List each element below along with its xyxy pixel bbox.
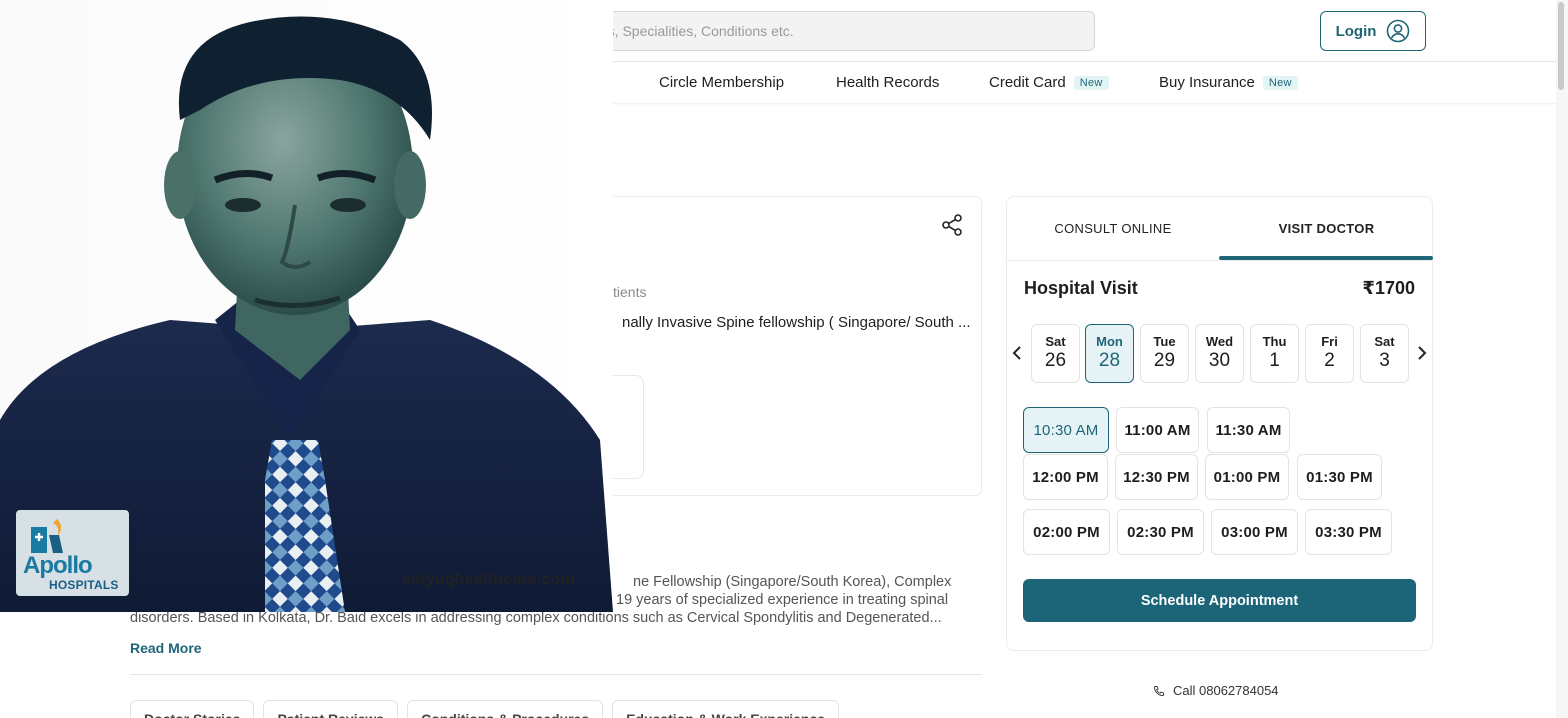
- day-number: 3: [1379, 350, 1390, 371]
- date-option[interactable]: Thu 1: [1250, 324, 1299, 383]
- time-slot[interactable]: 01:00 PM: [1205, 454, 1289, 500]
- nav-item-health-records[interactable]: Health Records: [836, 74, 939, 91]
- logo-subtext: HOSPITALS: [49, 578, 119, 592]
- search-box[interactable]: [560, 11, 1095, 51]
- tab-patient-reviews[interactable]: Patient Reviews: [263, 700, 399, 718]
- time-slot[interactable]: 12:00 PM: [1023, 454, 1108, 500]
- new-badge: New: [1073, 75, 1109, 90]
- share-icon: [942, 214, 962, 236]
- prev-dates-button[interactable]: [1010, 343, 1024, 363]
- nav-label: Circle Membership: [659, 74, 785, 91]
- time-slot-selected[interactable]: 10:30 AM: [1023, 407, 1109, 453]
- day-name: Sat: [1045, 334, 1066, 349]
- new-badge: New: [1262, 75, 1298, 90]
- time-slot[interactable]: 01:30 PM: [1297, 454, 1382, 500]
- tab-education-experience[interactable]: Education & Work Experience: [612, 700, 840, 718]
- time-slot[interactable]: 11:00 AM: [1116, 407, 1199, 453]
- time-slot[interactable]: 03:30 PM: [1305, 509, 1392, 555]
- day-number: 1: [1269, 350, 1280, 371]
- about-text-line: 19 years of specialized experience in tr…: [616, 592, 949, 608]
- booking-panel: CONSULT ONLINE VISIT DOCTOR Hospital Vis…: [1006, 196, 1434, 651]
- day-name: Fri: [1321, 334, 1338, 349]
- read-more-link[interactable]: Read More: [130, 640, 202, 656]
- tab-consult-online[interactable]: CONSULT ONLINE: [1007, 197, 1219, 260]
- user-icon: [1387, 19, 1410, 43]
- day-name: Tue: [1153, 334, 1176, 349]
- next-dates-button[interactable]: [1415, 343, 1429, 363]
- schedule-appointment-button[interactable]: Schedule Appointment: [1023, 579, 1416, 622]
- day-number: 30: [1208, 350, 1231, 371]
- call-label: Call 08062784054: [1173, 683, 1279, 698]
- phone-icon: [1154, 685, 1164, 696]
- page-scrollbar[interactable]: [1556, 0, 1568, 718]
- day-number: 26: [1044, 350, 1067, 371]
- nav-label: Health Records: [836, 74, 940, 91]
- time-slot[interactable]: 02:00 PM: [1023, 509, 1110, 555]
- chevron-left-icon: [1012, 346, 1021, 360]
- doctor-qualification: nally Invasive Spine fellowship ( Singap…: [622, 314, 971, 331]
- nav-item-circle-membership[interactable]: Circle Membership: [659, 74, 784, 91]
- day-name: Thu: [1262, 334, 1287, 349]
- nav-item-buy-insurance[interactable]: Buy Insurance New: [1159, 74, 1298, 91]
- section-divider: [130, 674, 982, 675]
- time-slot[interactable]: 11:30 AM: [1207, 407, 1290, 453]
- day-number: 2: [1324, 350, 1335, 371]
- date-option[interactable]: Sat 26: [1031, 324, 1080, 383]
- chevron-right-icon: [1418, 346, 1427, 360]
- logo-text: Apollo: [23, 552, 93, 579]
- day-number: 28: [1098, 350, 1121, 371]
- call-link[interactable]: Call 08062784054: [1153, 683, 1279, 698]
- about-text-line: ne Fellowship (Singapore/South Korea), C…: [633, 574, 952, 590]
- apollo-emblem-icon: [31, 519, 63, 553]
- visit-price: ₹1700: [1362, 278, 1415, 298]
- date-option[interactable]: Fri 2: [1305, 324, 1354, 383]
- tab-doctor-stories[interactable]: Doctor Stories: [130, 700, 255, 718]
- patients-count-text: tients: [613, 284, 647, 300]
- apollo-hospitals-logo: Apollo HOSPITALS: [16, 510, 129, 596]
- doctor-photo-overlay: Apollo HOSPITALS satyughealthcare.com: [0, 0, 613, 612]
- time-slot[interactable]: 12:30 PM: [1115, 454, 1198, 500]
- day-name: Wed: [1205, 334, 1234, 349]
- date-option-selected[interactable]: Mon 28: [1085, 324, 1134, 383]
- visit-title: Hospital Visit: [1024, 278, 1138, 298]
- login-button[interactable]: Login: [1320, 11, 1426, 51]
- main-nav: Circle Membership Health Records Credit …: [613, 62, 1563, 104]
- tab-visit-doctor[interactable]: VISIT DOCTOR: [1219, 197, 1434, 260]
- nav-shadow: [613, 103, 1563, 105]
- time-slot[interactable]: 02:30 PM: [1117, 509, 1204, 555]
- tabs-divider: [1007, 260, 1434, 261]
- nav-label: Credit Card: [989, 74, 1066, 91]
- nav-item-credit-card[interactable]: Credit Card New: [989, 74, 1109, 91]
- tab-conditions-procedures[interactable]: Conditions & Procedures: [407, 700, 604, 718]
- share-button[interactable]: [940, 213, 964, 237]
- login-label: Login: [1335, 22, 1377, 40]
- nav-label: Buy Insurance: [1159, 74, 1255, 91]
- search-input[interactable]: [561, 12, 1094, 50]
- date-option[interactable]: Wed 30: [1195, 324, 1244, 383]
- date-option[interactable]: Sat 3: [1360, 324, 1409, 383]
- date-option[interactable]: Tue 29: [1140, 324, 1189, 383]
- scrollbar-thumb[interactable]: [1558, 2, 1564, 90]
- day-name: Mon: [1096, 334, 1123, 349]
- section-tabs: Doctor Stories Patient Reviews Condition…: [130, 700, 840, 718]
- time-slot[interactable]: 03:00 PM: [1211, 509, 1298, 555]
- day-number: 29: [1153, 350, 1176, 371]
- watermark-text: satyughealthcare.com: [402, 571, 575, 588]
- day-name: Sat: [1374, 334, 1395, 349]
